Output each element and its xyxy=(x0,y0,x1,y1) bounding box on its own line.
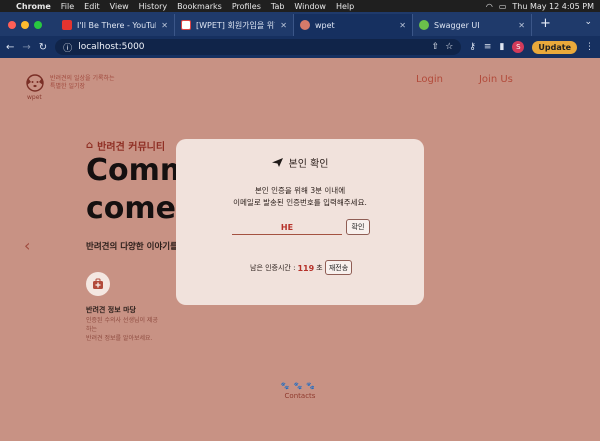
youtube-icon xyxy=(62,20,72,30)
minimize-window-button[interactable] xyxy=(21,21,29,29)
site-nav: Login Join Us xyxy=(416,74,513,85)
verification-code-input[interactable] xyxy=(232,221,342,235)
home-icon: ⌂ xyxy=(86,140,94,151)
forward-icon[interactable]: → xyxy=(22,42,30,53)
close-window-button[interactable] xyxy=(8,21,16,29)
tagline-line-1: 반려견의 일상을 기록하는 xyxy=(50,75,115,83)
menu-tab[interactable]: Tab xyxy=(271,2,285,11)
gmail-icon xyxy=(181,20,191,30)
menu-view[interactable]: View xyxy=(110,2,129,11)
paw-icons: 🐾🐾🐾 xyxy=(280,382,320,390)
share-icon[interactable]: ⇧ xyxy=(432,42,440,52)
feature-title: 반려견 정보 마당 xyxy=(86,306,136,314)
brand-name: wpet xyxy=(27,94,42,101)
bookmark-star-icon[interactable]: ☆ xyxy=(445,42,453,52)
timer-label: 남은 인증시간 : xyxy=(250,264,296,272)
tab-title: wpet xyxy=(315,20,335,30)
join-link[interactable]: Join Us xyxy=(479,74,513,85)
close-tab-icon[interactable]: ✕ xyxy=(280,21,287,30)
modal-title: 본인 확인 xyxy=(176,155,424,170)
confirm-button[interactable]: 확인 xyxy=(346,219,370,235)
site-tagline: 반려견의 일상을 기록하는 특별한 일기장 xyxy=(50,75,115,91)
feature-desc-line: 반려견 정보를 알아보세요. xyxy=(86,335,153,342)
macos-menubar: Chrome File Edit View History Bookmarks … xyxy=(0,0,600,12)
tab-gmail[interactable]: [WPET] 회원가입을 위한 인증번 ✕ xyxy=(175,14,294,36)
feature-desc-line: 인증된 수의사 선생님이 제공 xyxy=(86,317,158,324)
menu-window[interactable]: Window xyxy=(294,2,326,11)
paper-plane-icon xyxy=(271,158,283,167)
reload-icon[interactable]: ↻ xyxy=(39,42,47,53)
toolbar-actions: ⚷ ≡ ▮ S Update ⋮ xyxy=(469,40,594,54)
hero-subtitle: 반려견의 다양한 이야기를 xyxy=(86,242,178,252)
dog-logo-icon xyxy=(26,74,44,92)
clock[interactable]: Thu May 12 4:05 PM xyxy=(512,2,594,11)
url-text[interactable]: localhost:5000 xyxy=(78,42,144,52)
more-menu-icon[interactable]: ⋮ xyxy=(585,42,594,52)
tab-search-chevron-icon[interactable]: ⌄ xyxy=(584,17,592,27)
section-label: ⌂ 반려견 커뮤니티 xyxy=(86,138,165,153)
contacts-section[interactable]: 🐾🐾🐾 Contacts xyxy=(270,382,330,400)
menu-file[interactable]: File xyxy=(61,2,74,11)
update-button[interactable]: Update xyxy=(532,40,577,54)
key-icon[interactable]: ⚷ xyxy=(469,42,476,52)
tab-title: [WPET] 회원가입을 위한 인증번 xyxy=(196,20,275,30)
back-icon[interactable]: ← xyxy=(6,42,14,53)
tab-swagger[interactable]: Swagger UI ✕ xyxy=(413,14,532,36)
site-info-icon[interactable]: ⓘ xyxy=(63,41,72,54)
remaining-time: 남은 인증시간 : 119 초 xyxy=(250,263,323,273)
close-tab-icon[interactable]: ✕ xyxy=(161,21,168,30)
tab-youtube[interactable]: I'll Be There - YouTube M ✕ xyxy=(56,14,175,36)
menu-bookmarks[interactable]: Bookmarks xyxy=(177,2,222,11)
menu-edit[interactable]: Edit xyxy=(84,2,100,11)
timer-seconds: 119 xyxy=(297,263,315,273)
site-logo[interactable]: 반려견의 일상을 기록하는 특별한 일기장 wpet xyxy=(24,72,115,101)
swagger-icon xyxy=(419,20,429,30)
resend-button[interactable]: 재전송 xyxy=(325,260,352,275)
feature-desc-line: 하는 xyxy=(86,326,98,333)
modal-title-text: 본인 확인 xyxy=(288,159,329,170)
address-bar[interactable]: ⓘ localhost:5000 ⇧ ☆ xyxy=(55,39,462,55)
close-tab-icon[interactable]: ✕ xyxy=(518,21,525,30)
tagline-line-2: 특별한 일기장 xyxy=(50,83,86,90)
window-controls xyxy=(8,21,42,29)
menu-help[interactable]: Help xyxy=(336,2,354,11)
modal-description: 본인 인증을 위해 3분 이내에 이메일로 발송된 인증번호를 입력해주세요. xyxy=(176,185,424,208)
zoom-window-button[interactable] xyxy=(34,21,42,29)
modal-desc-line-1: 본인 인증을 위해 3분 이내에 xyxy=(254,186,346,195)
verification-modal: 본인 확인 본인 인증을 위해 3분 이내에 이메일로 발송된 인증번호를 입력… xyxy=(176,139,424,305)
medical-kit-icon xyxy=(86,272,110,296)
tab-wpet[interactable]: wpet ✕ xyxy=(294,14,413,36)
carousel-prev-icon[interactable]: ‹ xyxy=(24,236,30,255)
side-panel-icon[interactable]: ▮ xyxy=(499,42,504,52)
login-link[interactable]: Login xyxy=(416,74,443,85)
reading-list-icon[interactable]: ≡ xyxy=(484,42,492,52)
modal-desc-line-2: 이메일로 발송된 인증번호를 입력해주세요. xyxy=(233,197,367,207)
section-label-text: 반려견 커뮤니티 xyxy=(97,142,166,153)
wpet-icon xyxy=(300,20,310,30)
tab-strip: I'll Be There - YouTube M ✕ [WPET] 회원가입을… xyxy=(0,12,600,36)
wifi-icon[interactable]: ◠ xyxy=(486,2,493,11)
battery-icon[interactable]: ▭ xyxy=(499,2,507,11)
feature-description: 인증된 수의사 선생님이 제공 하는 반려견 정보를 알아보세요. xyxy=(86,316,171,343)
menu-app-name[interactable]: Chrome xyxy=(16,2,51,11)
browser-toolbar: ← → ↻ ⓘ localhost:5000 ⇧ ☆ ⚷ ≡ ▮ S Updat… xyxy=(0,36,600,58)
new-tab-button[interactable]: + xyxy=(532,14,559,36)
menubar-status: ◠ ▭ Thu May 12 4:05 PM xyxy=(486,2,594,11)
timer-unit: 초 xyxy=(316,264,323,272)
tab-title: Swagger UI xyxy=(434,20,480,30)
close-tab-icon[interactable]: ✕ xyxy=(399,21,406,30)
contacts-label[interactable]: Contacts xyxy=(270,392,330,400)
tab-title: I'll Be There - YouTube M xyxy=(77,20,156,30)
menu-history[interactable]: History xyxy=(139,2,167,11)
menu-profiles[interactable]: Profiles xyxy=(232,2,261,11)
profile-avatar[interactable]: S xyxy=(512,41,525,53)
